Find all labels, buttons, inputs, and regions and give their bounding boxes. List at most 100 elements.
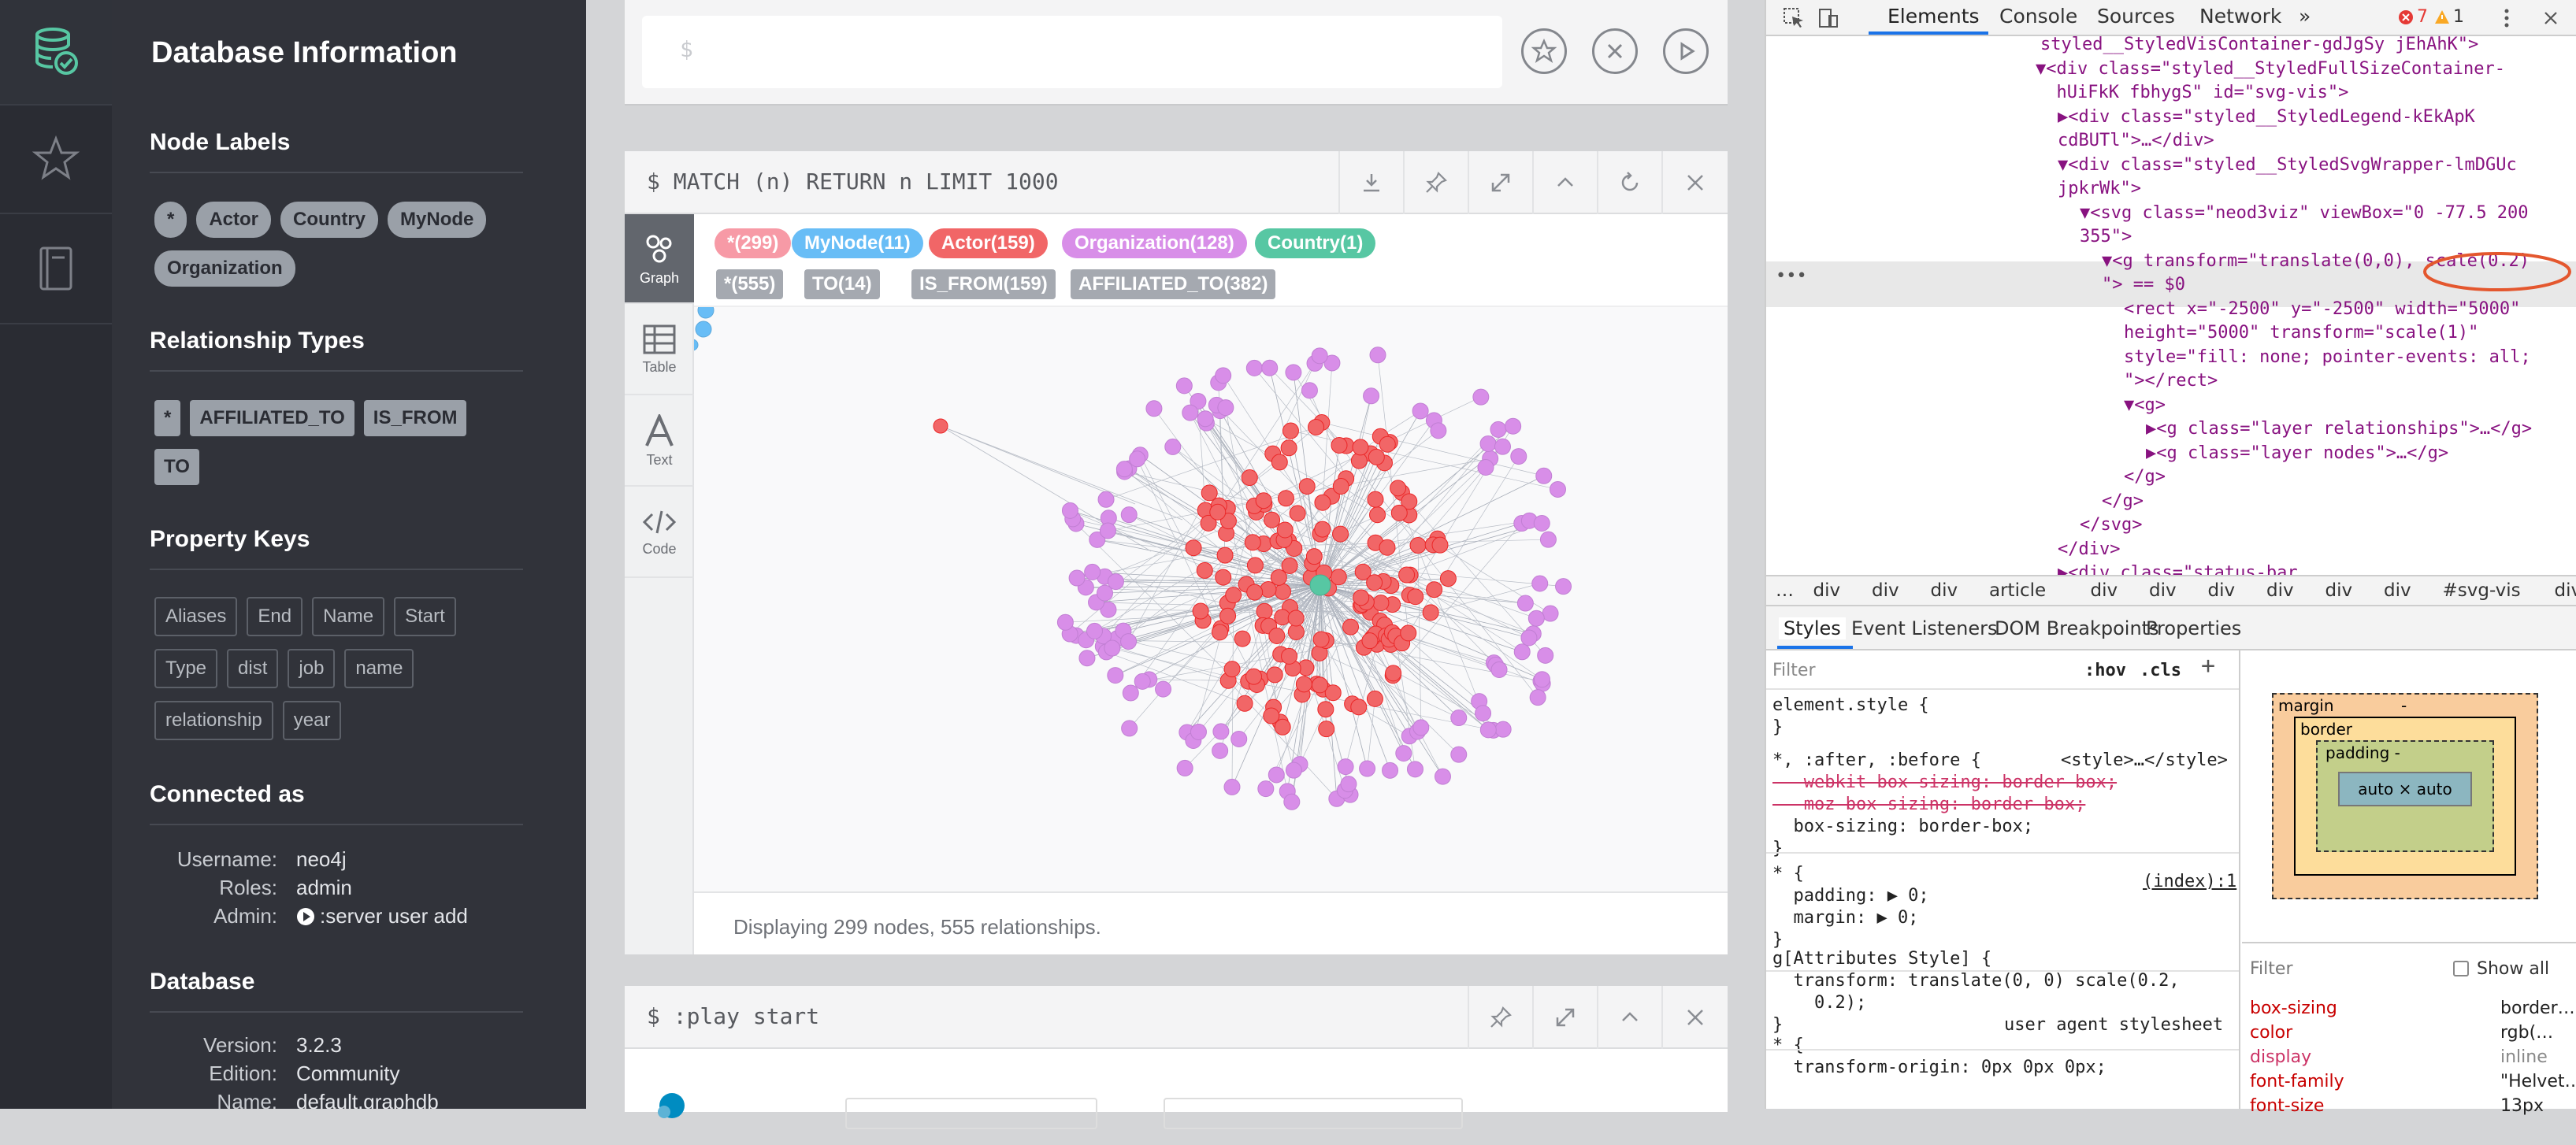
graph-node[interactable] [1100,523,1115,539]
graph-node[interactable] [1258,781,1274,797]
graph-node[interactable] [1315,495,1331,510]
tab-code[interactable]: Code [625,488,694,578]
collapse-button[interactable] [1597,986,1661,1049]
graph-node[interactable] [1218,400,1234,416]
graph-node[interactable] [1475,706,1491,721]
graph-node[interactable] [1391,505,1407,521]
graph-node[interactable] [1165,439,1181,454]
graph-node[interactable] [1231,731,1247,747]
dom-line[interactable]: 355"> [2080,225,2132,250]
run-query-button[interactable] [1663,28,1709,74]
style-rule-line[interactable]: box-sizing: border-box; [1772,816,2033,838]
dom-line[interactable]: </div> [2058,538,2120,562]
graph-node[interactable] [934,419,948,433]
style-source-link[interactable]: (index):1 [2143,871,2236,893]
breadcrumb-item[interactable]: div [2266,580,2294,601]
graph-node[interactable] [1505,418,1521,434]
dom-line[interactable]: cdBUTl">…</div> [2058,129,2214,154]
style-rule-line[interactable]: -moz-box-sizing: border-box; [1772,794,2085,816]
dom-line[interactable]: height="5000" transform="scale(1)" [2124,321,2478,346]
box-content[interactable]: auto × auto [2338,772,2472,806]
relationship-edge[interactable] [1359,707,1409,736]
graph-node[interactable] [1396,746,1412,761]
breadcrumb-item[interactable]: #svg-vis [2443,580,2521,601]
box-padding[interactable]: padding - auto × auto [2316,740,2494,852]
graph-node[interactable] [1383,762,1398,778]
property-key-chip[interactable]: Aliases [154,597,237,636]
graph-node[interactable] [1247,584,1263,600]
graph-node[interactable] [1237,695,1253,711]
graph-node[interactable] [1362,633,1378,649]
graph-node[interactable] [1353,439,1368,455]
graph-node[interactable] [1373,595,1389,611]
graph-node[interactable] [1282,648,1297,664]
style-rule-line[interactable]: 0.2); [1772,992,1866,1014]
frame-command[interactable]: $ MATCH (n) RETURN n LIMIT 1000 [647,169,1059,195]
tab-dom-breakpoints[interactable]: DOM Breakpoints [1995,617,2159,639]
breadcrumb-item[interactable]: div [2208,580,2236,601]
dom-line[interactable]: ▶<div class="styled__StyledLegend-kEkApK [2058,106,2475,130]
relationship-type-chip[interactable]: TO [154,449,199,485]
breadcrumb-item[interactable]: div [1813,580,1841,601]
graph-node[interactable] [1367,691,1383,706]
relationship-type-chip[interactable]: AFFILIATED_TO [190,400,354,436]
graph-node[interactable] [1353,590,1369,606]
graph-node[interactable] [1108,668,1123,684]
collapse-button[interactable] [1532,151,1597,214]
graph-node[interactable] [1530,690,1546,706]
tab-elements[interactable]: Elements [1887,5,1980,28]
fullscreen-button[interactable] [1468,151,1532,214]
tab-table[interactable]: Table [625,306,694,395]
graph-node[interactable] [1412,403,1428,419]
graph-node[interactable] [1123,685,1138,701]
graph-node[interactable] [1246,669,1262,684]
graph-node[interactable] [1264,708,1279,724]
dom-line[interactable]: <rect x="-2500" y="-2500" width="5000" [2124,298,2520,322]
graph-node[interactable] [1379,539,1395,555]
dom-line[interactable]: ▼<svg class="neod3viz" viewBox="0 -77.5 … [2080,202,2529,226]
graph-node[interactable] [1213,724,1229,739]
style-rule-line[interactable]: } [1772,838,1783,860]
more-tabs-button[interactable]: » [2299,5,2311,28]
graph-node[interactable] [1410,538,1426,554]
graph-node[interactable] [1360,761,1375,776]
graph-node[interactable] [1306,549,1322,565]
computed-filter-input[interactable]: Filter [2250,959,2292,979]
graph-node[interactable] [1224,661,1240,677]
graph-node-mynode[interactable] [694,339,698,350]
graph-node[interactable] [1491,661,1507,677]
more-vertical-icon[interactable] [2502,6,2511,30]
graph-node[interactable] [1478,460,1494,476]
graph-node[interactable] [1495,439,1511,454]
graph-visualization[interactable] [694,307,1728,891]
graph-node[interactable] [1534,516,1550,532]
graph-node[interactable] [1473,389,1489,405]
graph-node[interactable] [1268,767,1284,783]
graph-node[interactable] [1247,558,1263,573]
graph-node[interactable] [1338,759,1353,775]
graph-node[interactable] [1256,493,1271,509]
breadcrumb-item[interactable]: div [2384,580,2411,601]
graph-node[interactable] [1432,537,1448,553]
node-label-chip[interactable]: MyNode [388,202,486,238]
error-count[interactable]: 7 [2417,7,2428,27]
graph-node[interactable] [1284,794,1300,810]
graph-node[interactable] [1146,401,1162,417]
graph-node[interactable] [1193,603,1208,619]
graph-node[interactable] [1517,595,1533,611]
graph-node[interactable] [1281,440,1297,456]
style-rule-line[interactable]: transform: translate(0, 0) scale(0.2, [1772,970,2180,992]
tab-styles[interactable]: Styles [1779,617,1846,639]
property-key-chip[interactable]: Start [394,597,456,636]
graph-node[interactable] [1542,606,1558,621]
legend-affiliated-to[interactable]: AFFILIATED_TO(382) [1071,269,1275,299]
graph-node[interactable] [1290,506,1305,521]
relationship-edge[interactable] [1320,524,1542,585]
graph-node[interactable] [1079,650,1095,666]
graph-node[interactable] [1435,769,1450,784]
frame-command[interactable]: $ :play start [647,1003,819,1029]
dom-line[interactable]: "> == $0 [2102,273,2185,298]
breadcrumb-item[interactable]: div [1931,580,1958,601]
cls-button[interactable]: .cls [2140,660,2181,682]
graph-node[interactable] [1341,776,1357,792]
